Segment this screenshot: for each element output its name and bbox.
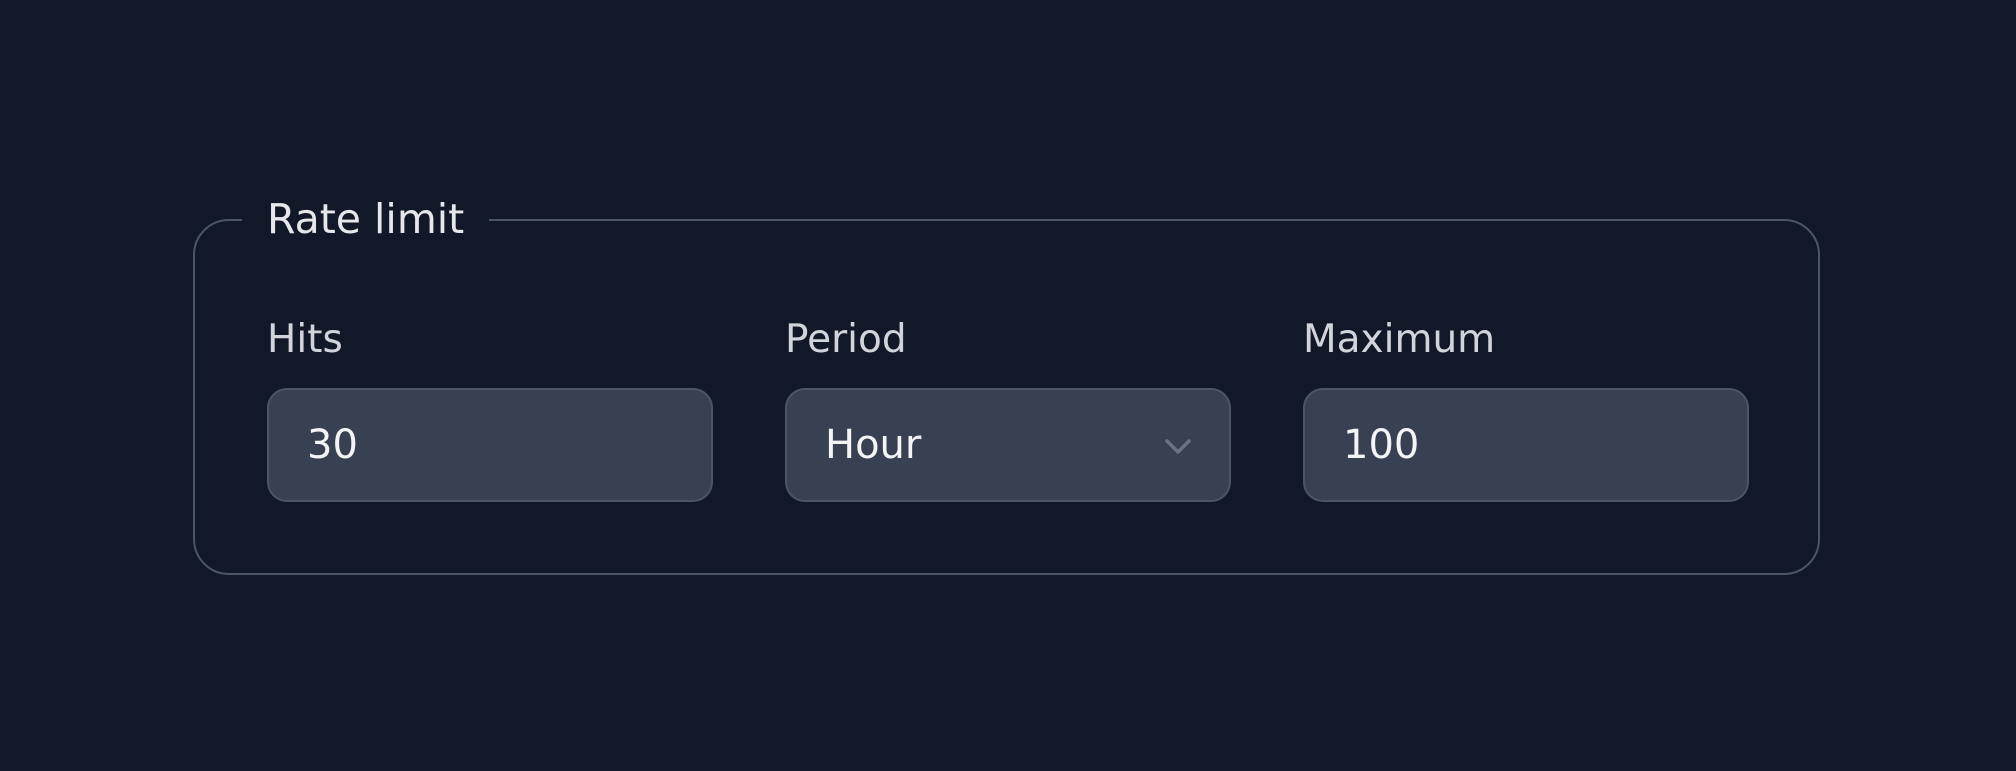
period-field: Period Hour [785, 312, 1231, 502]
maximum-field: Maximum [1303, 312, 1749, 502]
period-select[interactable]: Hour [785, 388, 1231, 502]
period-label: Period [785, 317, 907, 362]
hits-label: Hits [267, 317, 343, 362]
chevron-down-icon [1165, 439, 1191, 454]
period-selected-value: Hour [825, 422, 922, 468]
hits-input[interactable] [267, 388, 713, 502]
hits-field: Hits [267, 312, 713, 502]
maximum-label: Maximum [1303, 317, 1496, 362]
rate-limit-legend: Rate limit [242, 192, 490, 246]
maximum-input[interactable] [1303, 388, 1749, 502]
